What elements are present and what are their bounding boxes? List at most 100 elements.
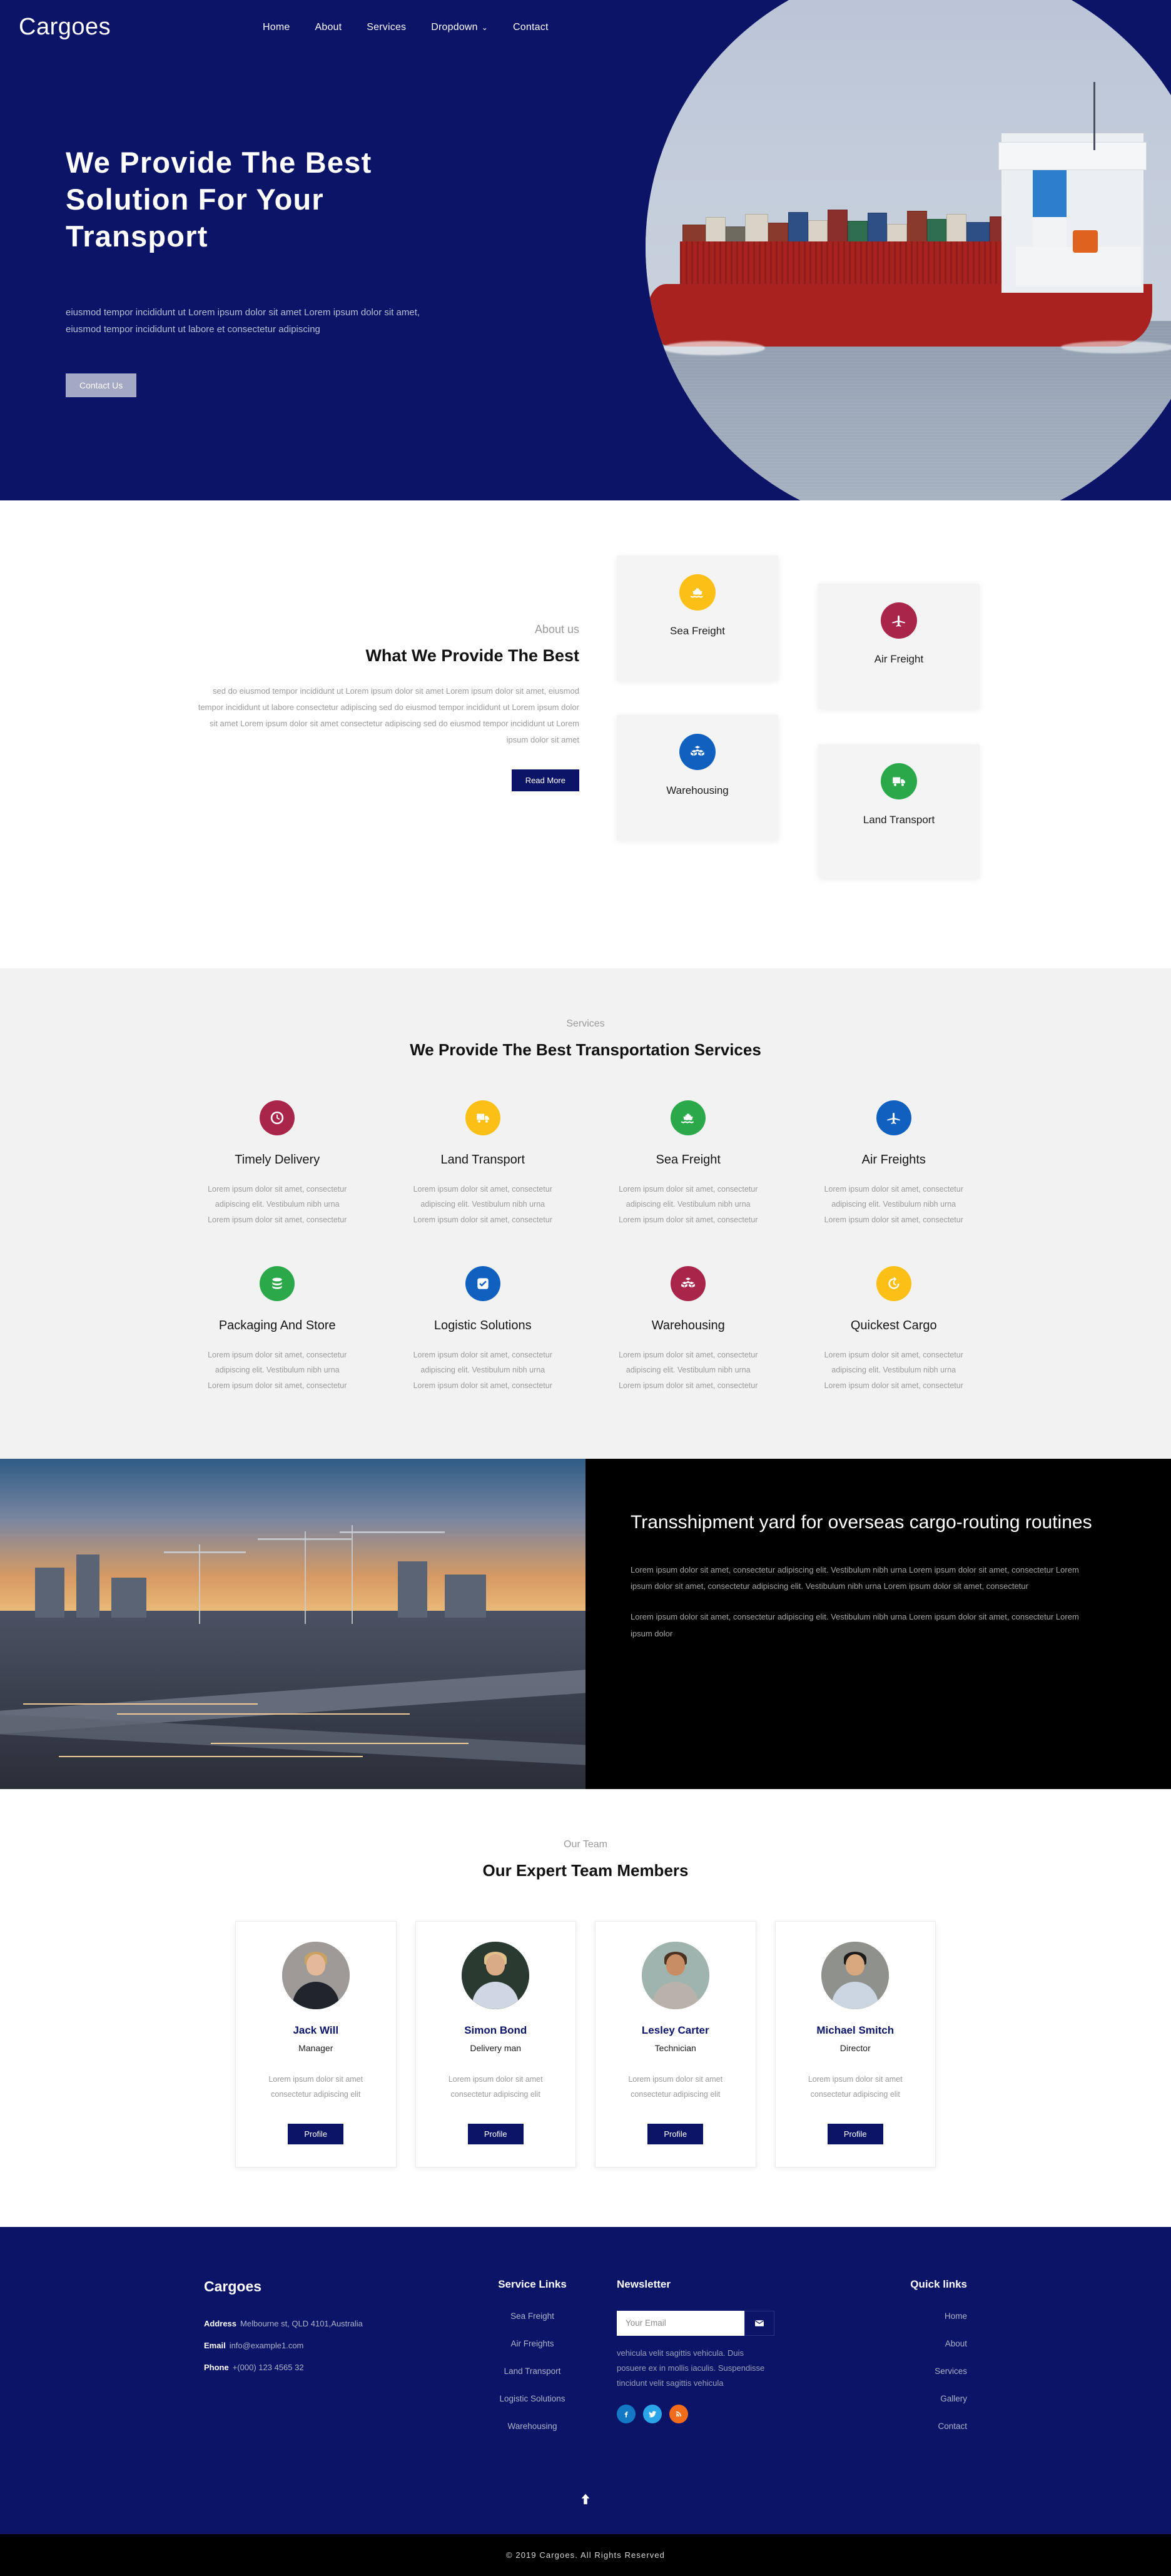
- service-description: Lorem ipsum dolor sit amet, consectetur …: [208, 1184, 347, 1224]
- footer-link-sea-freight[interactable]: Sea Freight: [510, 2311, 554, 2321]
- list-item: Air Freights: [448, 2338, 617, 2350]
- team-member-role: Manager: [298, 2043, 333, 2054]
- footer-link-home[interactable]: Home: [945, 2311, 967, 2321]
- hero-subtitle: eiusmod tempor incididunt ut Lorem ipsum…: [66, 307, 420, 335]
- service-item-packaging-and-store[interactable]: Packaging And Store Lorem ipsum dolor si…: [182, 1266, 373, 1393]
- footer-link-gallery[interactable]: Gallery: [940, 2394, 967, 2403]
- social-links: [617, 2404, 804, 2423]
- hero-content: We Provide The Best Solution For Your Tr…: [0, 41, 450, 398]
- newsletter-email-input[interactable]: [617, 2310, 744, 2336]
- profile-button[interactable]: Profile: [827, 2123, 883, 2144]
- brand-logo[interactable]: Cargoes: [0, 14, 263, 41]
- feature-card-air-freight[interactable]: Air Freight: [818, 584, 980, 709]
- read-more-button[interactable]: Read More: [511, 769, 579, 791]
- twitter-icon[interactable]: [643, 2404, 662, 2423]
- hero-image-circle: [646, 0, 1171, 500]
- list-item: Home: [804, 2311, 967, 2322]
- services-title: We Provide The Best Transportation Servi…: [410, 1040, 761, 1059]
- footer-link-warehousing[interactable]: Warehousing: [507, 2421, 557, 2431]
- newsletter-form: [617, 2310, 804, 2336]
- nav-item-dropdown[interactable]: Dropdown ⌄: [431, 22, 488, 33]
- nav-item-home[interactable]: Home: [263, 22, 290, 33]
- team-card-simon-bond[interactable]: Simon Bond Delivery man Lorem ipsum dolo…: [415, 1921, 576, 2168]
- nav-item-services[interactable]: Services: [367, 22, 406, 33]
- arrow-up-icon: [581, 2493, 590, 2505]
- contact-us-button[interactable]: Contact Us: [66, 373, 137, 398]
- rss-icon[interactable]: [669, 2404, 688, 2423]
- team-title: Our Expert Team Members: [482, 1861, 689, 1880]
- team-card-michael-smitch[interactable]: Michael Smitch Director Lorem ipsum dolo…: [774, 1921, 936, 2168]
- team-member-role: Delivery man: [470, 2043, 522, 2054]
- feature-card-land-transport[interactable]: Land Transport: [818, 744, 980, 878]
- footer-service-links-column: Service Links Sea Freight Air Freights L…: [448, 2278, 617, 2448]
- service-title: Packaging And Store: [218, 1319, 336, 1333]
- transshipment-section: Transshipment yard for overseas cargo-ro…: [0, 1459, 1171, 1790]
- profile-button[interactable]: Profile: [647, 2123, 704, 2144]
- newsletter-submit-button[interactable]: [744, 2310, 774, 2336]
- footer-link-contact[interactable]: Contact: [938, 2421, 967, 2431]
- avatar: [462, 1942, 530, 2010]
- database-icon: [260, 1266, 295, 1302]
- nav-item-contact[interactable]: Contact: [513, 22, 549, 33]
- footer-link-services[interactable]: Services: [935, 2366, 967, 2376]
- service-item-land-transport[interactable]: Land Transport Lorem ipsum dolor sit ame…: [388, 1100, 579, 1227]
- list-item: Land Transport: [448, 2366, 617, 2377]
- footer-address: Address Melbourne st, QLD 4101,Australia: [204, 2319, 448, 2328]
- avatar: [821, 1942, 890, 2010]
- footer-link-about[interactable]: About: [945, 2339, 967, 2348]
- team-card-jack-will[interactable]: Jack Will Manager Lorem ipsum dolor sit …: [235, 1921, 397, 2168]
- plane-icon: [881, 602, 917, 639]
- team-member-name: Simon Bond: [464, 2024, 527, 2037]
- footer-phone-value[interactable]: +(000) 123 4565 32: [233, 2363, 304, 2372]
- hero-section: Cargoes Home About Services Dropdown ⌄ Co…: [0, 0, 1171, 500]
- services-grid: Timely Delivery Lorem ipsum dolor sit am…: [182, 1100, 989, 1393]
- footer-quick-links-title: Quick links: [910, 2278, 967, 2290]
- nav-links: Home About Services Dropdown ⌄ Contact: [263, 22, 549, 33]
- history-icon: [876, 1266, 911, 1302]
- footer-link-air-freights[interactable]: Air Freights: [510, 2339, 554, 2348]
- service-description: Lorem ipsum dolor sit amet, consectetur …: [619, 1184, 758, 1224]
- footer-brand: Cargoes: [204, 2278, 262, 2295]
- service-item-air-freights[interactable]: Air Freights Lorem ipsum dolor sit amet,…: [799, 1100, 990, 1227]
- chevron-down-icon: ⌄: [481, 23, 489, 32]
- service-title: Warehousing: [651, 1319, 725, 1333]
- footer-link-logistic-solutions[interactable]: Logistic Solutions: [499, 2394, 565, 2403]
- avatar: [641, 1942, 709, 2010]
- service-item-logistic-solutions[interactable]: Logistic Solutions Lorem ipsum dolor sit…: [388, 1266, 579, 1393]
- footer-service-links-list: Sea Freight Air Freights Land Transport …: [448, 2311, 617, 2432]
- service-item-warehousing[interactable]: Warehousing Lorem ipsum dolor sit amet, …: [593, 1266, 784, 1393]
- nav-item-about[interactable]: About: [315, 22, 342, 33]
- avatar: [281, 1942, 350, 2010]
- feature-card-sea-freight[interactable]: Sea Freight: [617, 555, 778, 681]
- footer-quick-links-column: Quick links Home About Services Gallery …: [804, 2278, 967, 2448]
- service-item-quickest-cargo[interactable]: Quickest Cargo Lorem ipsum dolor sit ame…: [799, 1266, 990, 1393]
- profile-button[interactable]: Profile: [467, 2123, 524, 2144]
- footer-phone: Phone +(000) 123 4565 32: [204, 2363, 448, 2372]
- ship-icon: [679, 574, 716, 611]
- transshipment-paragraph-2: Lorem ipsum dolor sit amet, consectetur …: [631, 1611, 1079, 1638]
- transshipment-text: Transshipment yard for overseas cargo-ro…: [586, 1459, 1171, 1790]
- team-card-lesley-carter[interactable]: Lesley Carter Technician Lorem ipsum dol…: [595, 1921, 756, 2168]
- service-item-sea-freight[interactable]: Sea Freight Lorem ipsum dolor sit amet, …: [593, 1100, 784, 1227]
- profile-button[interactable]: Profile: [288, 2123, 344, 2144]
- feature-card-warehousing[interactable]: Warehousing: [617, 715, 778, 840]
- service-description: Lorem ipsum dolor sit amet, consectetur …: [413, 1184, 552, 1224]
- footer-quick-links-list: Home About Services Gallery Contact: [804, 2311, 967, 2432]
- facebook-icon[interactable]: [617, 2404, 636, 2423]
- service-item-timely-delivery[interactable]: Timely Delivery Lorem ipsum dolor sit am…: [182, 1100, 373, 1227]
- service-title: Timely Delivery: [235, 1152, 320, 1167]
- team-grid: Jack Will Manager Lorem ipsum dolor sit …: [235, 1921, 936, 2168]
- about-cards-column: Sea Freight Air Freight Warehousing Land…: [617, 549, 980, 900]
- scroll-to-top-container: [0, 2448, 1171, 2534]
- copyright-bar: © 2019 Cargoes. All Rights Reserved: [0, 2533, 1171, 2576]
- footer-link-land-transport[interactable]: Land Transport: [504, 2366, 561, 2376]
- footer-email-label: Email: [204, 2340, 226, 2350]
- feature-card-label: Air Freight: [874, 653, 924, 665]
- team-member-name: Lesley Carter: [641, 2024, 709, 2037]
- footer-email-value[interactable]: info@example1.com: [230, 2341, 304, 2350]
- footer-columns: Cargoes Address Melbourne st, QLD 4101,Au…: [204, 2278, 967, 2448]
- about-kicker: About us: [534, 623, 579, 636]
- team-member-description: Lorem ipsum dolor sit amet consectetur a…: [268, 2075, 363, 2099]
- scroll-to-top-button[interactable]: [579, 2492, 592, 2508]
- services-section: Services We Provide The Best Transportat…: [0, 968, 1171, 1459]
